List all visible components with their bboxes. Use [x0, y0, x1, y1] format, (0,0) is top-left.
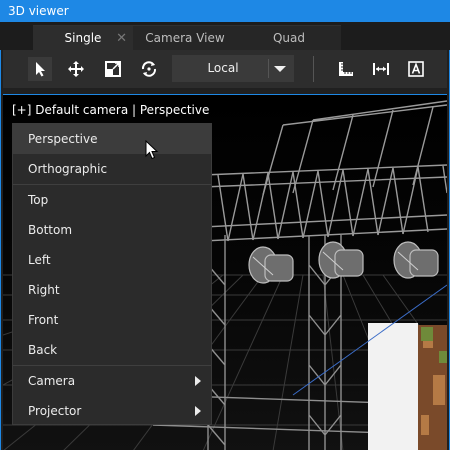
- chevron-right-icon: [195, 406, 201, 416]
- tab-bar: Single ✕ Camera View Quad: [0, 22, 450, 50]
- menu-item-orthographic[interactable]: Orthographic: [13, 154, 211, 184]
- tab-quad[interactable]: Quad: [237, 25, 341, 50]
- text-annotation-button[interactable]: [404, 57, 428, 81]
- menu-item-label: Top: [28, 193, 49, 207]
- ruler-tool-button[interactable]: [334, 57, 358, 81]
- menu-item-right[interactable]: Right: [13, 275, 211, 305]
- coordinate-space-value: Local: [207, 61, 239, 75]
- menu-item-label: Bottom: [28, 223, 73, 237]
- rotate-tool-button[interactable]: [137, 57, 161, 81]
- tab-quad-label: Quad: [272, 31, 306, 45]
- menu-item-label: Camera: [28, 374, 76, 388]
- coordinate-space-dropdown[interactable]: Local: [172, 55, 294, 82]
- text-annotation-icon: [408, 61, 424, 77]
- chevron-down-icon: [274, 66, 286, 72]
- menu-item-perspective[interactable]: Perspective: [13, 124, 211, 154]
- menu-item-back[interactable]: Back: [13, 335, 211, 365]
- menu-item-label: Perspective: [28, 132, 98, 146]
- window-title-bar: 3D viewer: [0, 0, 450, 22]
- tab-camera-view[interactable]: Camera View: [133, 25, 237, 50]
- select-tool-button[interactable]: [28, 57, 52, 81]
- toolbar-divider: [313, 56, 314, 82]
- tab-single-label: Single: [64, 31, 102, 45]
- viewport-camera-caption[interactable]: [+] Default camera | Perspective: [12, 103, 209, 117]
- measure-distance-button[interactable]: [369, 57, 393, 81]
- toolbar: Local: [3, 50, 447, 88]
- menu-item-left[interactable]: Left: [13, 245, 211, 275]
- rotate-icon: [141, 61, 157, 77]
- menu-item-top[interactable]: Top: [13, 185, 211, 215]
- ruler-corner-icon: [339, 62, 353, 76]
- measure-distance-icon: [373, 63, 389, 75]
- menu-item-front[interactable]: Front: [13, 305, 211, 335]
- select-arrow-icon: [36, 62, 45, 77]
- menu-item-label: Orthographic: [28, 162, 108, 176]
- camera-context-menu: Perspective Orthographic Top Bottom Left…: [12, 123, 212, 425]
- tab-camera-view-label: Camera View: [145, 31, 225, 45]
- menu-item-label: Left: [28, 253, 51, 267]
- menu-item-label: Right: [28, 283, 60, 297]
- move-icon: [68, 61, 84, 77]
- scale-icon: [105, 61, 121, 77]
- scale-tool-button[interactable]: [101, 57, 125, 81]
- tab-single[interactable]: Single ✕: [33, 25, 133, 50]
- dropdown-divider: [268, 59, 269, 78]
- close-icon[interactable]: ✕: [116, 26, 127, 51]
- menu-item-label: Front: [28, 313, 59, 327]
- window-title: 3D viewer: [8, 4, 69, 18]
- mouse-cursor-icon: [145, 140, 159, 160]
- move-tool-button[interactable]: [64, 57, 88, 81]
- chevron-right-icon: [195, 376, 201, 386]
- menu-item-camera[interactable]: Camera: [13, 366, 211, 396]
- menu-item-label: Back: [28, 343, 58, 357]
- menu-item-bottom[interactable]: Bottom: [13, 215, 211, 245]
- menu-item-projector[interactable]: Projector: [13, 396, 211, 426]
- menu-item-label: Projector: [28, 404, 82, 418]
